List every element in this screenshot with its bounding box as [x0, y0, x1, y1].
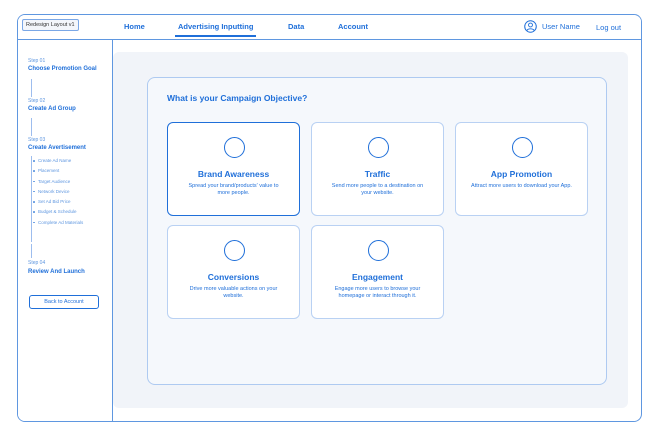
objective-radio-icon: [224, 240, 245, 261]
card-title: Brand Awareness: [197, 169, 270, 179]
top-navigation-bar: Redesign Layout v1 Home Advertising Inpu…: [18, 15, 641, 40]
step-3-title[interactable]: Create Avertisement: [28, 145, 86, 151]
objective-radio-icon: [512, 137, 533, 158]
substep-network-device[interactable]: Network Device: [33, 187, 83, 197]
logout-link[interactable]: Log out: [596, 23, 621, 32]
substep-target-audience[interactable]: Target Audience: [33, 177, 83, 187]
card-title: App Promotion: [490, 169, 553, 179]
user-avatar-icon: [524, 20, 537, 33]
step-1-title[interactable]: Choose Promotion Goal: [28, 66, 97, 72]
substep-set-ad-bid-price[interactable]: Set Ad Bid Price: [33, 197, 83, 207]
card-description: Spread your brand/products' value to mor…: [188, 183, 279, 196]
objective-card-app-promotion[interactable]: App Promotion Attract more users to down…: [455, 122, 588, 216]
card-description: Engage more users to browse your homepag…: [334, 286, 421, 299]
logo: Redesign Layout v1: [22, 19, 79, 31]
step-3-label: Step 03: [28, 137, 46, 143]
nav-data[interactable]: Data: [288, 22, 304, 31]
objective-card-traffic[interactable]: Traffic Send more people to a destinatio…: [311, 122, 444, 216]
substep-create-ad-name[interactable]: Create Ad Name: [33, 156, 83, 166]
objective-radio-icon: [368, 240, 389, 261]
step-2-label: Step 02: [28, 98, 46, 104]
substep-budget-schedule[interactable]: Budget & Schedule: [33, 207, 83, 217]
step-1-label: Step 01: [28, 58, 46, 64]
panel-title: What is your Campaign Objective?: [167, 93, 308, 103]
objective-card-engagement[interactable]: Engagement Engage more users to browse y…: [311, 225, 444, 319]
user-menu[interactable]: User Name: [524, 20, 580, 33]
substep-list: Create Ad Name Placement Target Audience…: [33, 156, 83, 228]
substep-placement[interactable]: Placement: [33, 166, 83, 176]
card-description: Drive more valuable actions on your webs…: [189, 286, 278, 299]
nav-home[interactable]: Home: [124, 22, 145, 31]
step-connector: [31, 118, 32, 136]
step-4-label: Step 04: [28, 260, 46, 266]
step-2-title[interactable]: Create Ad Group: [28, 106, 76, 112]
substep-complete-ad-materials[interactable]: Complete Ad Materials: [33, 218, 83, 228]
card-title: Engagement: [351, 272, 403, 282]
back-to-account-button[interactable]: Back to Account: [29, 295, 99, 309]
nav-advertising-inputting[interactable]: Advertising Inputting: [174, 22, 257, 37]
step-connector: [31, 244, 32, 258]
step-sidebar: Step 01 Choose Promotion Goal Step 02 Cr…: [18, 40, 113, 421]
step-connector: [31, 79, 32, 97]
objective-radio-icon: [224, 137, 245, 158]
card-title: Traffic: [364, 169, 391, 179]
card-description: Attract more users to download your App.: [471, 183, 572, 189]
card-title: Conversions: [207, 272, 260, 282]
user-name: User Name: [542, 22, 580, 31]
objective-card-brand-awareness[interactable]: Brand Awareness Spread your brand/produc…: [167, 122, 300, 216]
substep-connector: [31, 156, 32, 242]
card-description: Send more people to a destination on you…: [331, 183, 424, 196]
nav-account[interactable]: Account: [338, 22, 368, 31]
campaign-objective-panel: What is your Campaign Objective? Brand A…: [147, 77, 607, 385]
objective-card-conversions[interactable]: Conversions Drive more valuable actions …: [167, 225, 300, 319]
step-4-title[interactable]: Review And Launch: [28, 269, 85, 275]
objective-radio-icon: [368, 137, 389, 158]
